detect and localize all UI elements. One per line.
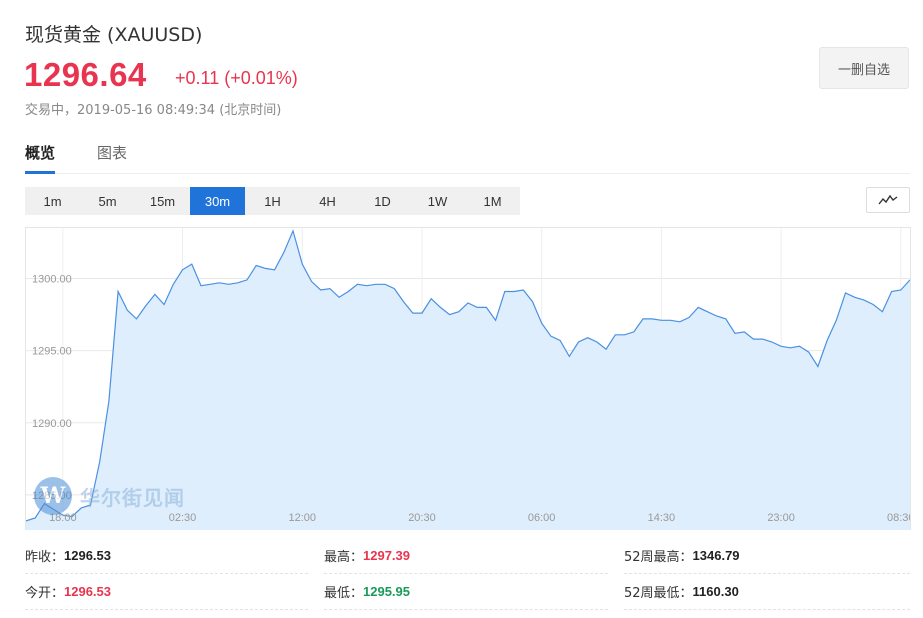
period-1mo[interactable]: 1M: [465, 187, 520, 215]
stat-label: 52周最高：: [624, 550, 693, 565]
stat-high: 最高： 1297.39: [324, 538, 608, 574]
stat-prev-close: 昨收： 1296.53: [25, 538, 308, 574]
period-15m[interactable]: 15m: [135, 187, 190, 215]
stat-52w-high: 52周最高： 1346.79: [624, 538, 910, 574]
remove-watchlist-button[interactable]: 一删自选: [819, 47, 909, 89]
tab-chart[interactable]: 图表: [97, 142, 127, 174]
stat-value: 1346.79: [692, 548, 740, 563]
stat-label: 最低：: [324, 586, 364, 601]
x-tick-label: 23:00: [767, 512, 795, 524]
line-chart-icon: [878, 194, 898, 205]
stat-value: 1296.53: [64, 584, 112, 599]
period-30m[interactable]: 30m: [190, 187, 245, 215]
x-tick-label: 06:00: [528, 512, 556, 524]
y-tick-label: 1290.00: [32, 418, 72, 430]
period-selector: 1m 5m 15m 30m 1H 4H 1D 1W 1M: [25, 187, 520, 215]
instrument-title: 现货黄金 (XAUUSD): [25, 24, 203, 46]
trading-status: 交易中，2019-05-16 08:49:34 (北京时间): [25, 103, 282, 118]
stat-value: 1160.30: [692, 584, 739, 599]
price-change: +0.11 (+0.01%): [175, 68, 298, 88]
watermark-text: 华尔街见闻: [80, 485, 185, 510]
stat-label: 52周最低：: [624, 586, 693, 601]
stat-value: 1297.39: [363, 548, 411, 563]
period-1m[interactable]: 1m: [25, 187, 80, 215]
stats-panel: 昨收： 1296.53 最高： 1297.39 52周最高： 1346.79 今…: [25, 538, 910, 613]
stat-label: 昨收：: [25, 550, 65, 565]
period-1w[interactable]: 1W: [410, 187, 465, 215]
stat-value: 1296.53: [64, 548, 112, 563]
tab-bar: 概览 图表: [25, 142, 910, 174]
period-5m[interactable]: 5m: [80, 187, 135, 215]
x-tick-label: 20:30: [408, 512, 436, 524]
period-1h[interactable]: 1H: [245, 187, 300, 215]
stat-value: 1295.95: [363, 584, 411, 599]
y-tick-label: 1295.00: [32, 346, 72, 358]
tab-overview[interactable]: 概览: [25, 142, 56, 174]
stat-low: 最低： 1295.95: [324, 574, 608, 610]
chart-type-button[interactable]: [866, 187, 910, 213]
x-tick-label: 08:30: [887, 512, 911, 524]
stat-52w-low: 52周最低： 1160.30: [624, 574, 910, 610]
period-1d[interactable]: 1D: [355, 187, 410, 215]
x-tick-label: 12:00: [288, 512, 316, 524]
current-price: 1296.64: [24, 56, 147, 93]
stat-open: 今开： 1296.53: [25, 574, 308, 610]
watermark: W 华尔街见闻: [34, 476, 185, 516]
x-tick-label: 14:30: [648, 512, 676, 524]
stat-label: 最高：: [324, 550, 364, 565]
watermark-logo: W: [34, 477, 72, 515]
stat-label: 今开：: [25, 586, 65, 601]
period-4h[interactable]: 4H: [300, 187, 355, 215]
y-tick-label: 1300.00: [32, 274, 72, 286]
